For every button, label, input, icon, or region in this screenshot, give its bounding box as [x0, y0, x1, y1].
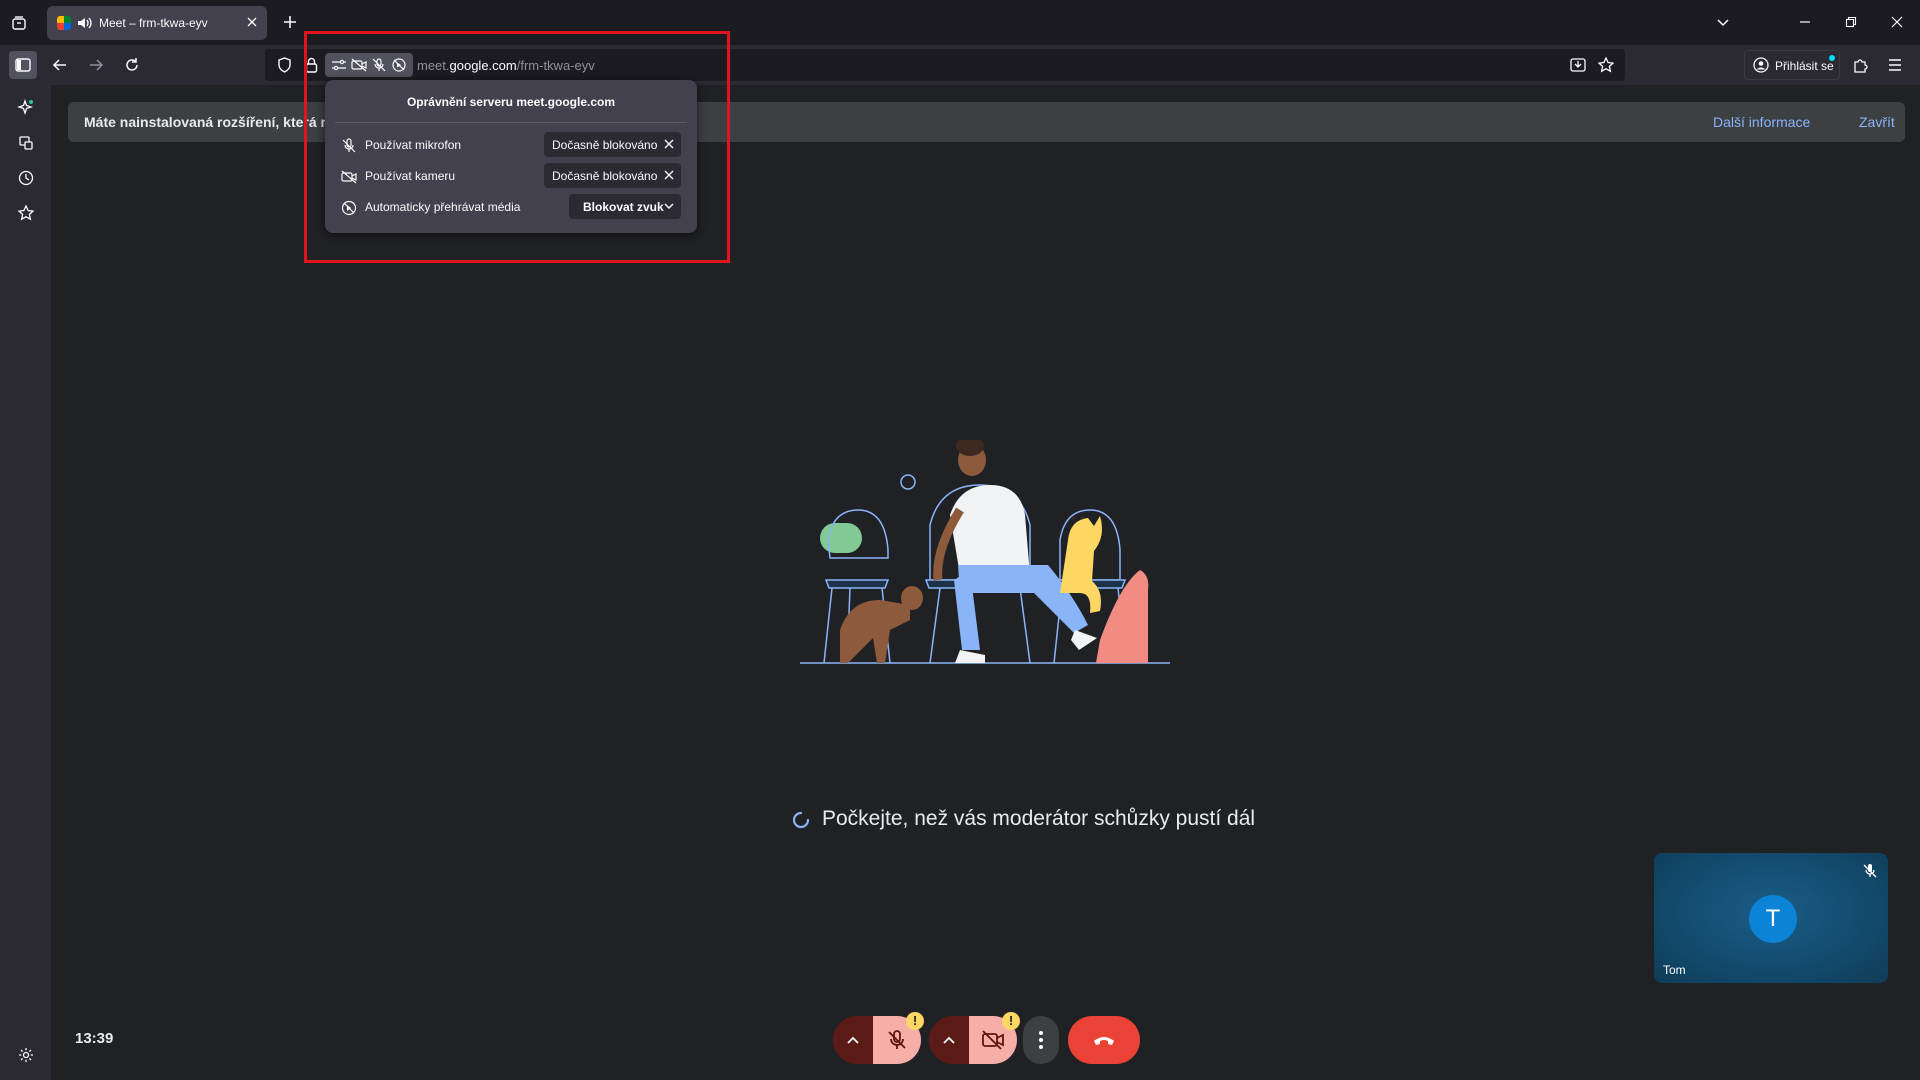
loading-spinner-icon [791, 810, 811, 830]
video-options-button[interactable] [929, 1016, 969, 1064]
more-vert-icon [1039, 1030, 1043, 1050]
reload-icon[interactable] [123, 56, 141, 74]
synced-tabs-icon[interactable] [16, 133, 36, 153]
waiting-text: Počkejte, než vás moderátor schůzky pust… [822, 807, 1256, 830]
customize-sidebar-gear-icon[interactable] [16, 1045, 36, 1065]
bookmarks-star-icon[interactable] [16, 203, 36, 223]
microphone-off-icon [886, 1029, 908, 1051]
camera-warning-icon: ! [1002, 1012, 1020, 1030]
waiting-message: Počkejte, než vás moderátor schůzky pust… [791, 805, 1311, 835]
tracking-protection-shield-icon[interactable] [276, 57, 292, 73]
tab-close-icon[interactable] [245, 15, 259, 29]
back-icon[interactable] [51, 56, 69, 74]
tab-meet[interactable]: Meet – frm-tkwa-eyv [47, 6, 267, 40]
close-window-icon[interactable] [1888, 13, 1906, 31]
history-clock-icon[interactable] [16, 168, 36, 188]
tab-list-icon[interactable] [10, 14, 28, 32]
self-preview-tile[interactable]: T Tom [1654, 853, 1888, 983]
self-muted-mic-icon [1862, 863, 1878, 879]
new-tab-icon[interactable] [281, 13, 299, 31]
meet-favicon-icon [57, 16, 71, 30]
browser-sidebar [0, 85, 51, 1080]
speaker-icon[interactable] [77, 16, 93, 30]
meeting-clock: 13:39 [75, 1030, 114, 1047]
bookmark-star-icon[interactable] [1598, 57, 1614, 73]
signin-label: Přihlásit se [1775, 59, 1834, 73]
restore-icon[interactable] [1842, 13, 1860, 31]
ai-chatbot-sparkle-icon[interactable] [16, 98, 36, 118]
nav-toolbar: meet.google.com/frm-tkwa-eyv Přihlásit s… [0, 45, 1920, 85]
self-avatar: T [1749, 895, 1797, 943]
waiting-room-illustration [800, 440, 1170, 670]
leave-call-button[interactable] [1068, 1016, 1140, 1064]
extensions-puzzle-icon[interactable] [1851, 56, 1869, 74]
audio-options-button[interactable] [833, 1016, 873, 1064]
forward-icon[interactable] [87, 56, 105, 74]
sidebar-toggle-icon[interactable] [9, 51, 37, 79]
signin-button[interactable]: Přihlásit se [1744, 50, 1840, 80]
chevron-up-icon [942, 1034, 956, 1046]
hang-up-icon [1092, 1032, 1116, 1048]
account-icon [1753, 57, 1769, 73]
microphone-warning-icon: ! [906, 1012, 924, 1030]
chevron-up-icon [846, 1034, 860, 1046]
install-app-icon[interactable] [1570, 57, 1586, 73]
info-bar-message: Máte nainstalovaná rozšíření, která n [84, 114, 330, 130]
camera-off-icon [981, 1029, 1005, 1051]
tab-strip: Meet – frm-tkwa-eyv [0, 0, 1920, 45]
app-menu-icon[interactable] [1886, 56, 1904, 74]
minimize-icon[interactable] [1796, 13, 1814, 31]
more-options-button[interactable] [1023, 1016, 1059, 1064]
close-info-bar-link[interactable]: Zavřít [1859, 114, 1895, 130]
tab-title: Meet – frm-tkwa-eyv [99, 16, 208, 30]
list-all-tabs-chevron-icon[interactable] [1714, 13, 1732, 31]
highlight-annotation-box [304, 31, 730, 263]
self-name: Tom [1663, 963, 1686, 977]
more-info-link[interactable]: Další informace [1713, 114, 1810, 130]
